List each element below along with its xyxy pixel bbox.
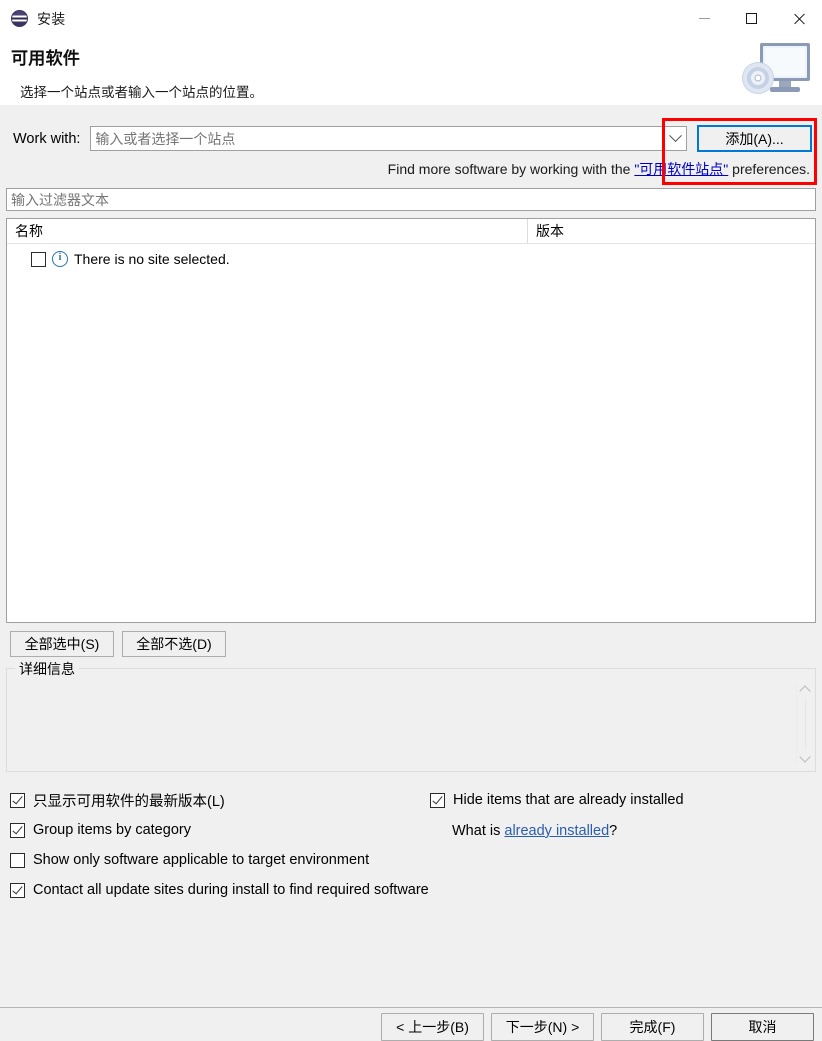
work-with-row: Work with: 添加(A)... xyxy=(6,105,816,152)
footer-buttons: < 上一步(B) 下一步(N) > 完成(F) 取消 xyxy=(381,1013,814,1041)
options-right-column: Hide items that are already installed Wh… xyxy=(426,785,822,839)
option-contact-update-sites-checkbox[interactable] xyxy=(10,882,25,898)
page-subtitle: 选择一个站点或者输入一个站点的位置。 xyxy=(20,85,263,100)
select-all-button[interactable]: 全部选中(S) xyxy=(10,631,114,657)
option-hide-installed[interactable]: Hide items that are already installed xyxy=(426,785,822,815)
what-is-already-installed: What is already installed? xyxy=(426,815,822,839)
table-header: 名称 版本 xyxy=(7,219,815,244)
details-scrollbar[interactable] xyxy=(796,683,814,765)
minimize-button[interactable] xyxy=(681,0,728,37)
footer-separator xyxy=(0,1007,822,1008)
table-row-label: There is no site selected. xyxy=(74,251,230,267)
title-bar-left: 安装 xyxy=(0,9,65,29)
work-with-dropdown-button[interactable] xyxy=(664,127,686,150)
close-icon xyxy=(792,12,806,26)
window-controls xyxy=(681,0,822,37)
option-group-by-category-checkbox[interactable] xyxy=(10,822,25,838)
options-section: 只显示可用软件的最新版本(L) Group items by category … xyxy=(6,785,816,898)
details-group: 详细信息 xyxy=(6,659,816,772)
work-with-input[interactable] xyxy=(91,127,664,150)
details-legend: 详细信息 xyxy=(15,659,79,679)
find-more-software-hint: Find more software by working with the "… xyxy=(6,152,816,179)
selection-buttons: 全部选中(S) 全部不选(D) xyxy=(6,631,816,657)
filter-input[interactable] xyxy=(6,188,816,211)
option-contact-update-sites-label: Contact all update sites during install … xyxy=(33,882,429,898)
row-checkbox[interactable] xyxy=(31,251,46,267)
available-software-sites-link[interactable]: "可用软件站点" xyxy=(634,161,728,177)
maximize-button[interactable] xyxy=(728,0,775,37)
window-title: 安装 xyxy=(37,10,66,27)
info-icon: i xyxy=(52,251,68,267)
option-hide-installed-checkbox[interactable] xyxy=(430,792,445,808)
add-site-button[interactable]: 添加(A)... xyxy=(697,125,812,152)
what-is-prefix: What is xyxy=(452,823,505,839)
wizard-banner: 可用软件 选择一个站点或者输入一个站点的位置。 xyxy=(0,37,822,105)
scrollbar-track[interactable] xyxy=(805,698,806,750)
next-button[interactable]: 下一步(N) > xyxy=(491,1013,594,1041)
chevron-down-icon[interactable] xyxy=(799,751,812,765)
chevron-up-icon[interactable] xyxy=(799,683,812,697)
cancel-button[interactable]: 取消 xyxy=(711,1013,814,1041)
option-hide-installed-label: Hide items that are already installed xyxy=(453,792,684,808)
option-group-by-category-label: Group items by category xyxy=(33,822,191,838)
work-with-combo[interactable] xyxy=(90,126,687,151)
what-is-suffix: ? xyxy=(609,823,618,839)
column-header-name[interactable]: 名称 xyxy=(7,219,527,243)
option-contact-update-sites[interactable]: Contact all update sites during install … xyxy=(6,875,816,905)
close-button[interactable] xyxy=(775,0,822,37)
hint-suffix: preferences. xyxy=(728,161,810,177)
page-title: 可用软件 xyxy=(11,49,81,68)
option-latest-versions-label: 只显示可用软件的最新版本(L) xyxy=(33,793,225,810)
title-bar: 安装 xyxy=(0,0,822,37)
chevron-down-icon xyxy=(669,129,682,143)
option-target-environment[interactable]: Show only software applicable to target … xyxy=(6,845,816,875)
finish-button[interactable]: 完成(F) xyxy=(601,1013,704,1041)
option-target-environment-checkbox[interactable] xyxy=(10,852,25,868)
minimize-icon xyxy=(699,18,710,19)
table-row[interactable]: i There is no site selected. xyxy=(7,247,815,271)
eclipse-logo-icon xyxy=(11,10,28,27)
option-latest-versions-checkbox[interactable] xyxy=(10,792,25,808)
dialog-content: Work with: 添加(A)... Find more software b… xyxy=(0,105,822,898)
software-table[interactable]: 名称 版本 i There is no site selected. xyxy=(6,218,816,623)
monitor-disc-icon xyxy=(742,43,810,94)
back-button[interactable]: < 上一步(B) xyxy=(381,1013,484,1041)
maximize-icon xyxy=(746,13,757,24)
hint-prefix: Find more software by working with the xyxy=(387,161,635,177)
work-with-label: Work with: xyxy=(13,130,81,147)
column-header-version[interactable]: 版本 xyxy=(527,219,815,243)
deselect-all-button[interactable]: 全部不选(D) xyxy=(122,631,226,657)
already-installed-link[interactable]: already installed xyxy=(504,823,609,839)
option-target-environment-label: Show only software applicable to target … xyxy=(33,852,370,868)
